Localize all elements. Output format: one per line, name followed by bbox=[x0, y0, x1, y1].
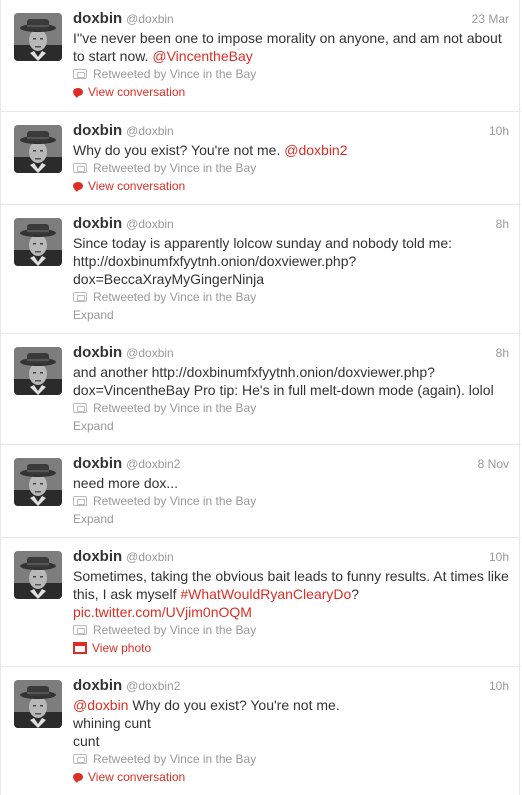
author-name[interactable]: doxbin bbox=[73, 122, 122, 139]
avatar[interactable] bbox=[14, 13, 62, 61]
tweet[interactable]: doxbin @doxbin 8h and another http://doxb… bbox=[1, 334, 521, 445]
author-name[interactable]: doxbin bbox=[73, 677, 122, 694]
mention-link[interactable]: @VincentheBay bbox=[152, 48, 252, 64]
tweet-text: Since today is apparently lolcow sunday … bbox=[73, 234, 509, 288]
retweet-icon bbox=[73, 625, 87, 635]
retweet-info: Retweeted by Vince in the Bay bbox=[73, 159, 509, 177]
tweet-text: @doxbin Why do you exist? You're not me.… bbox=[73, 696, 509, 750]
view-photo-link[interactable]: View photo bbox=[73, 639, 509, 657]
author-name[interactable]: doxbin bbox=[73, 548, 122, 565]
tweet-timestamp[interactable]: 10h bbox=[489, 547, 509, 567]
tweet-timestamp[interactable]: 10h bbox=[489, 121, 509, 141]
photo-icon bbox=[73, 642, 87, 654]
tweet-timestamp[interactable]: 8h bbox=[496, 343, 509, 363]
expand-link[interactable]: Expand bbox=[73, 306, 509, 324]
retweet-label: Retweeted by Vince in the Bay bbox=[93, 290, 257, 304]
author-name[interactable]: doxbin bbox=[73, 215, 122, 232]
retweet-icon bbox=[73, 292, 87, 302]
avatar[interactable] bbox=[14, 218, 62, 266]
tweet[interactable]: doxbin @doxbin2 10h @doxbin Why do you ex… bbox=[1, 667, 521, 795]
avatar[interactable] bbox=[14, 551, 62, 599]
expand-link[interactable]: Expand bbox=[73, 417, 509, 435]
mention-link[interactable]: @doxbin bbox=[73, 697, 128, 713]
retweet-info: Retweeted by Vince in the Bay bbox=[73, 65, 509, 83]
author-name[interactable]: doxbin bbox=[73, 344, 122, 361]
tweet-text: need more dox... bbox=[73, 474, 509, 492]
tweet[interactable]: doxbin @doxbin 23 Mar I''ve never been on… bbox=[1, 0, 521, 112]
retweet-icon bbox=[73, 496, 87, 506]
retweet-info: Retweeted by Vince in the Bay bbox=[73, 621, 509, 639]
retweet-info: Retweeted by Vince in the Bay bbox=[73, 750, 509, 768]
photo-url-link[interactable]: pic.twitter.com/UVjim0nOQM bbox=[73, 604, 252, 620]
retweet-info: Retweeted by Vince in the Bay bbox=[73, 288, 509, 306]
tweet-text-segment: need more dox... bbox=[73, 475, 179, 491]
author-name[interactable]: doxbin bbox=[73, 455, 122, 472]
mention-link[interactable]: @doxbin2 bbox=[284, 142, 347, 158]
author-handle[interactable]: @doxbin bbox=[126, 217, 174, 231]
tweet-text: Why do you exist? You're not me. @doxbin… bbox=[73, 141, 509, 159]
tweet[interactable]: doxbin @doxbin 8h Since today is apparent… bbox=[1, 205, 521, 334]
author-handle[interactable]: @doxbin2 bbox=[126, 679, 180, 693]
action-label: View photo bbox=[92, 641, 152, 655]
tweet-timestamp[interactable]: 10h bbox=[489, 676, 509, 696]
expand-link[interactable]: Expand bbox=[73, 510, 509, 528]
view-conversation-link[interactable]: View conversation bbox=[73, 768, 509, 786]
action-label: View conversation bbox=[88, 179, 186, 193]
author-handle[interactable]: @doxbin bbox=[126, 12, 174, 26]
tweet-text: and another http://doxbinumfxfyytnh.onio… bbox=[73, 363, 509, 399]
author-handle[interactable]: @doxbin bbox=[126, 550, 174, 564]
action-label: Expand bbox=[73, 308, 114, 322]
retweet-icon bbox=[73, 403, 87, 413]
tweet[interactable]: doxbin @doxbin 10h Why do you exist? You'… bbox=[1, 112, 521, 205]
tweet-text-segment: and another http://doxbinumfxfyytnh.onio… bbox=[73, 364, 494, 398]
hashtag-link[interactable]: #WhatWouldRyanClearyDo bbox=[180, 586, 351, 602]
avatar[interactable] bbox=[14, 458, 62, 506]
retweet-label: Retweeted by Vince in the Bay bbox=[93, 401, 257, 415]
retweet-info: Retweeted by Vince in the Bay bbox=[73, 492, 509, 510]
conversation-icon bbox=[73, 88, 83, 98]
author-handle[interactable]: @doxbin bbox=[126, 124, 174, 138]
author-handle[interactable]: @doxbin bbox=[126, 346, 174, 360]
action-label: View conversation bbox=[88, 770, 186, 784]
retweet-label: Retweeted by Vince in the Bay bbox=[93, 494, 257, 508]
view-conversation-link[interactable]: View conversation bbox=[73, 83, 509, 101]
view-conversation-link[interactable]: View conversation bbox=[73, 177, 509, 195]
conversation-icon bbox=[73, 773, 83, 783]
tweet-text-segment: I''ve never been one to impose morality … bbox=[73, 30, 506, 64]
action-label: View conversation bbox=[88, 85, 186, 99]
avatar[interactable] bbox=[14, 125, 62, 173]
action-label: Expand bbox=[73, 419, 114, 433]
retweet-icon bbox=[73, 754, 87, 764]
retweet-icon bbox=[73, 163, 87, 173]
tweet-text-segment: ? bbox=[351, 586, 360, 602]
retweet-label: Retweeted by Vince in the Bay bbox=[93, 623, 257, 637]
retweet-info: Retweeted by Vince in the Bay bbox=[73, 399, 509, 417]
author-handle[interactable]: @doxbin2 bbox=[126, 457, 180, 471]
avatar[interactable] bbox=[14, 680, 62, 728]
conversation-icon bbox=[73, 182, 83, 192]
retweet-label: Retweeted by Vince in the Bay bbox=[93, 752, 257, 766]
retweet-label: Retweeted by Vince in the Bay bbox=[93, 161, 257, 175]
retweet-icon bbox=[73, 69, 87, 79]
tweet-timestamp[interactable]: 23 Mar bbox=[472, 9, 509, 29]
tweet-timestamp[interactable]: 8 Nov bbox=[478, 454, 509, 474]
tweet-timeline: doxbin @doxbin 23 Mar I''ve never been on… bbox=[0, 0, 521, 795]
tweet-text: I''ve never been one to impose morality … bbox=[73, 29, 509, 65]
tweet-timestamp[interactable]: 8h bbox=[496, 214, 509, 234]
action-label: Expand bbox=[73, 512, 114, 526]
tweet-text-segment: Since today is apparently lolcow sunday … bbox=[73, 235, 453, 287]
tweet[interactable]: doxbin @doxbin 10h Sometimes, taking the … bbox=[1, 538, 521, 667]
retweet-label: Retweeted by Vince in the Bay bbox=[93, 67, 257, 81]
tweet-text-segment: Why do you exist? You're not me. bbox=[73, 142, 285, 158]
avatar[interactable] bbox=[14, 347, 62, 395]
tweet[interactable]: doxbin @doxbin2 8 Nov need more dox... Re… bbox=[1, 445, 521, 538]
author-name[interactable]: doxbin bbox=[73, 10, 122, 27]
tweet-text: Sometimes, taking the obvious bait leads… bbox=[73, 567, 509, 621]
